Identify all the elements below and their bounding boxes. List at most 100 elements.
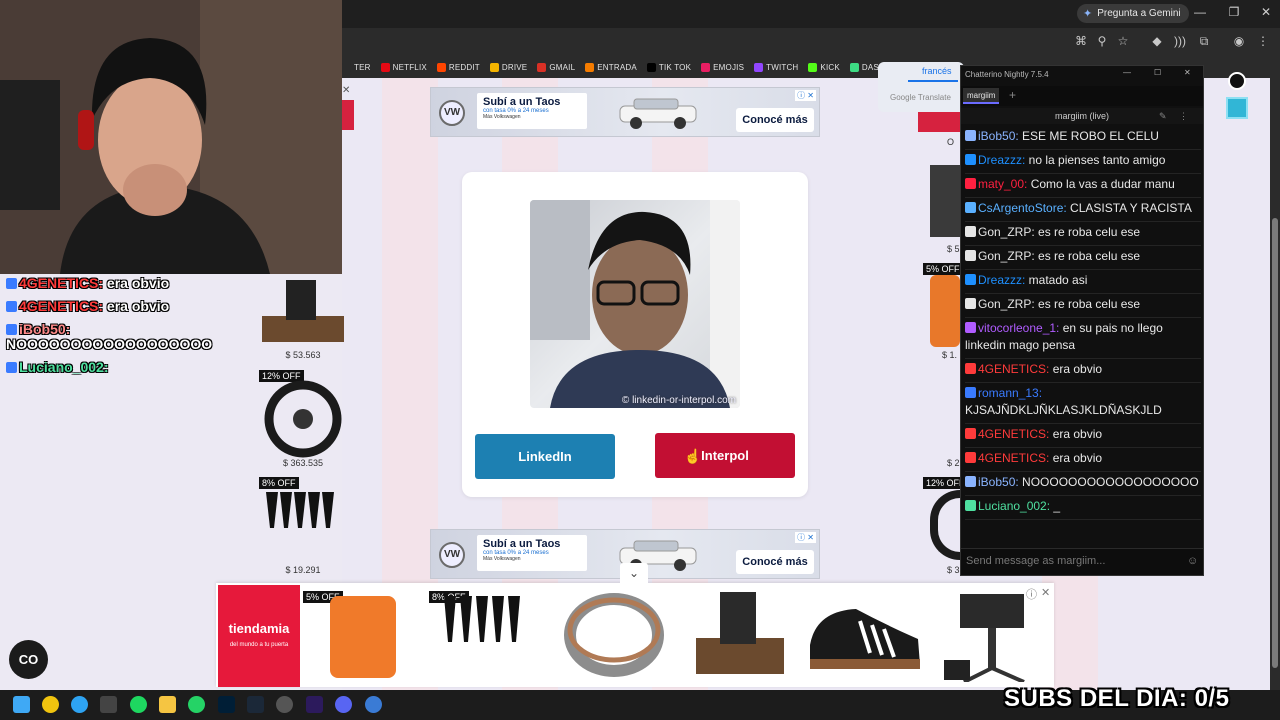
edge-icon[interactable] bbox=[71, 696, 88, 713]
taskbar-app-icon[interactable] bbox=[100, 696, 117, 713]
chat-input[interactable]: Send message as margiim... ☺ bbox=[961, 548, 1203, 575]
bookmark-item[interactable]: GMAIL bbox=[537, 62, 576, 72]
close-icon[interactable]: ✕ bbox=[1256, 5, 1276, 19]
chat-username[interactable]: maty_00: bbox=[978, 177, 1027, 191]
page-scrollbar[interactable] bbox=[1270, 78, 1280, 690]
bookmark-item[interactable]: ENTRADA bbox=[585, 62, 637, 72]
zoom-icon[interactable]: ⚲ bbox=[1093, 34, 1111, 48]
maximize-icon[interactable]: ❐ bbox=[1224, 5, 1244, 19]
steam-icon[interactable] bbox=[247, 696, 264, 713]
translate-icon[interactable]: ⌘ bbox=[1072, 34, 1090, 48]
add-tab-icon[interactable]: + bbox=[1009, 88, 1016, 102]
top-vw-ad[interactable]: VW Subí a un Taos con tasa 0% a 24 meses… bbox=[430, 87, 820, 137]
bookmark-item[interactable]: NETFLIX bbox=[380, 62, 427, 72]
ad-cta-button[interactable]: Conocé más bbox=[736, 108, 814, 132]
gemini-spark-icon: ✦ bbox=[1083, 8, 1093, 20]
bookmark-icon bbox=[754, 62, 764, 72]
bookmark-item[interactable]: TWITCH bbox=[754, 62, 798, 72]
ad-info-icon[interactable]: ⓘ bbox=[1026, 586, 1037, 602]
chat-username[interactable]: CsArgentoStore: bbox=[978, 201, 1067, 215]
product-price: O bbox=[947, 137, 955, 147]
chat-username[interactable]: vitocorleone_1: bbox=[978, 321, 1059, 335]
tiendamia-tagline: del mundo a tu puerta bbox=[229, 642, 289, 648]
linkedin-button[interactable]: LinkedIn bbox=[475, 434, 615, 479]
ad-info-icon[interactable]: ⓘ ✕ bbox=[795, 90, 816, 101]
translate-language[interactable]: francés bbox=[922, 66, 952, 76]
gemini-button[interactable]: ✦ Pregunta a Gemini bbox=[1077, 4, 1189, 23]
ad-textbox: Subí a un Taos con tasa 0% a 24 meses Má… bbox=[477, 93, 587, 129]
file-explorer-icon[interactable] bbox=[159, 696, 176, 713]
premiere-icon[interactable] bbox=[306, 696, 323, 713]
user-badge-icon bbox=[965, 428, 976, 439]
tab-margiim[interactable]: margiim bbox=[963, 88, 1000, 104]
spotify-icon[interactable] bbox=[130, 696, 147, 713]
bookmark-item[interactable]: DRIVE bbox=[489, 62, 527, 72]
scrollbar-thumb[interactable] bbox=[1272, 218, 1278, 668]
bookmark-item[interactable]: TER bbox=[342, 62, 371, 72]
dart-flights-image bbox=[444, 596, 520, 642]
extension-audio-icon[interactable]: ))) bbox=[1171, 34, 1189, 48]
bookmark-label: NETFLIX bbox=[392, 62, 427, 72]
bookmark-item[interactable]: KICK bbox=[808, 62, 840, 72]
bookmark-item[interactable]: TIK TOK bbox=[646, 62, 691, 72]
chat-username[interactable]: romann_13: bbox=[978, 386, 1042, 400]
close-icon[interactable]: ✕ bbox=[1184, 68, 1191, 77]
chat-message: romann_13: KJSAJÑDKLJÑKLASJKLDÑASKJLD bbox=[965, 383, 1201, 424]
ad-close-icon[interactable]: ✕ bbox=[342, 86, 352, 96]
chat-username[interactable]: 4GENETICS: bbox=[978, 451, 1049, 465]
interpol-button[interactable]: Interpol bbox=[655, 433, 795, 478]
copilot-button[interactable]: CO bbox=[9, 640, 48, 679]
taskbar-app-icon[interactable] bbox=[276, 696, 293, 713]
whatsapp-icon[interactable] bbox=[188, 696, 205, 713]
chat-username[interactable]: 4GENETICS: bbox=[978, 427, 1049, 441]
windows-start-icon[interactable] bbox=[13, 696, 30, 713]
minimize-icon[interactable]: — bbox=[1190, 5, 1210, 19]
photo-watermark: © linkedin-or-interpol.com bbox=[621, 395, 736, 406]
ad-close-icon[interactable]: ✕ bbox=[1041, 586, 1050, 599]
emote-picker-icon[interactable]: ☺ bbox=[1187, 555, 1198, 567]
photoshop-icon[interactable] bbox=[218, 696, 235, 713]
chatterino-taskbar-icon[interactable] bbox=[365, 696, 382, 713]
maximize-icon[interactable]: ☐ bbox=[1154, 68, 1161, 77]
chat-username[interactable]: Luciano_002: bbox=[978, 499, 1050, 513]
ad-info-icon[interactable]: ⓘ ✕ bbox=[795, 532, 816, 543]
chevron-down-icon[interactable]: ⌄ bbox=[620, 563, 648, 583]
bookmark-icon bbox=[489, 62, 499, 72]
discord-icon[interactable] bbox=[335, 696, 352, 713]
extension-shield-icon[interactable]: ◆ bbox=[1148, 34, 1166, 48]
chat-username[interactable]: 4GENETICS: bbox=[978, 362, 1049, 376]
translate-popup[interactable]: francés Google Translate bbox=[878, 62, 964, 112]
side-panel-button[interactable] bbox=[1226, 97, 1248, 119]
ad-textbox: Subí a un Taos con tasa 0% a 24 meses Má… bbox=[477, 535, 587, 571]
bookmark-label: GMAIL bbox=[549, 62, 576, 72]
chat-message: Gon_ZRP: es re roba celu ese bbox=[965, 294, 1201, 318]
chat-username[interactable]: Gon_ZRP: bbox=[978, 225, 1035, 239]
overlay-username: 4GENETICS: bbox=[19, 275, 104, 291]
extensions-icon[interactable]: ⧉ bbox=[1195, 34, 1213, 49]
chrome-icon[interactable] bbox=[42, 696, 59, 713]
menu-kebab-icon[interactable]: ⋮ bbox=[1254, 34, 1272, 48]
ad-cta-button[interactable]: Conocé más bbox=[736, 550, 814, 574]
bookmark-item[interactable]: REDDIT bbox=[436, 62, 480, 72]
bookmark-icon bbox=[849, 62, 859, 72]
bookmark-item[interactable]: EMOJIS bbox=[701, 62, 744, 72]
chat-username[interactable]: iBob50: bbox=[978, 129, 1019, 143]
chat-username[interactable]: Gon_ZRP: bbox=[978, 249, 1035, 263]
user-badge-icon bbox=[965, 274, 976, 285]
ad-headline: Subí a un Taos bbox=[483, 96, 561, 108]
overlay-chat: 4GENETICS: era obvio 4GENETICS: era obvio… bbox=[6, 276, 246, 383]
channel-menu-icon[interactable]: ⋮ bbox=[1179, 108, 1188, 124]
chat-username[interactable]: iBob50: bbox=[978, 475, 1019, 489]
vw-logo: VW bbox=[439, 542, 465, 568]
smart-ring-image bbox=[564, 593, 664, 677]
product-price: $ 5 bbox=[947, 244, 960, 254]
chat-username[interactable]: Dreazzz: bbox=[978, 273, 1025, 287]
minimize-icon[interactable]: — bbox=[1123, 68, 1131, 77]
map-pin-icon[interactable] bbox=[1228, 72, 1246, 90]
chat-message: Luciano_002: _ bbox=[965, 496, 1201, 520]
bookmark-star-icon[interactable]: ☆ bbox=[1114, 34, 1132, 48]
chat-username[interactable]: Dreazzz: bbox=[978, 153, 1025, 167]
profile-icon[interactable]: ◉ bbox=[1230, 34, 1248, 48]
edit-icon[interactable]: ✎ bbox=[1159, 108, 1167, 124]
chat-username[interactable]: Gon_ZRP: bbox=[978, 297, 1035, 311]
